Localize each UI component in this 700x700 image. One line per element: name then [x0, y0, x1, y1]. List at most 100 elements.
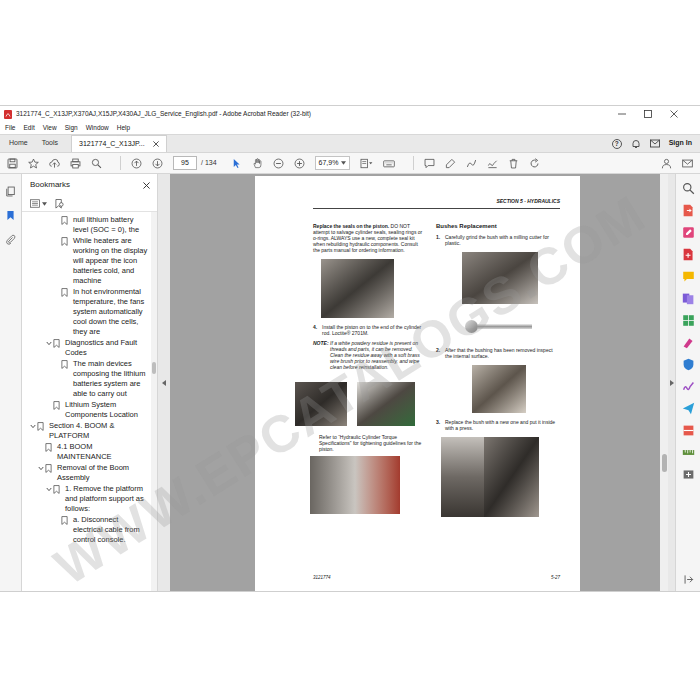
note: NOTE: If a white powdery residue is pres… [313, 340, 424, 370]
more-tools-icon[interactable] [682, 468, 695, 481]
bookmark-item[interactable]: Lithium System Components Location [22, 400, 148, 420]
share-icon[interactable] [661, 158, 672, 169]
zoom-dropdown[interactable]: 67,9% [315, 156, 351, 171]
refer-text: Refer to “Hydraulic Cylinder Torque Spec… [319, 434, 424, 452]
expand-toggle[interactable] [36, 463, 45, 473]
minimize-icon[interactable] [618, 110, 626, 118]
pages-icon[interactable] [5, 186, 16, 197]
expand-right-icon[interactable] [670, 380, 674, 386]
bookmark-label: Section 4. BOOM & PLATFORM [49, 421, 148, 441]
tab[interactable]: Tools [35, 135, 65, 152]
redact-icon[interactable] [682, 336, 695, 349]
bookmark-panel-icon[interactable] [5, 210, 16, 221]
delete-icon[interactable] [508, 158, 519, 169]
menu-item[interactable]: Window [84, 123, 111, 133]
expand-toggle[interactable] [44, 338, 53, 348]
next-page-icon[interactable] [152, 158, 163, 169]
bookmark-item[interactable]: While heaters are working on the display… [22, 236, 148, 286]
collapse-tools-icon[interactable] [683, 574, 694, 585]
bookmark-item[interactable]: Diagnostics and Fault Codes [22, 338, 148, 358]
menu-item[interactable]: Edit [21, 123, 36, 133]
menu-item[interactable]: View [41, 123, 59, 133]
organize-pages-icon[interactable] [682, 314, 695, 327]
send-comments-icon[interactable] [682, 402, 695, 415]
save-icon[interactable] [7, 158, 18, 169]
fit-page-icon[interactable] [360, 158, 373, 169]
highlight-pen-icon[interactable] [445, 158, 456, 169]
bookmark-item[interactable]: The main devices composing the lithium b… [22, 359, 148, 399]
bookmark-item[interactable]: 4.1 BOOM MAINTENANCE [22, 442, 148, 462]
search-icon[interactable] [91, 158, 102, 169]
bookmark-item[interactable]: null lithium battery level (SOC = 0), th… [22, 215, 148, 235]
close-icon[interactable] [670, 110, 678, 118]
bookmark-label: Lithium System Components Location [65, 400, 148, 420]
bookmark-label: 1. Remove the platform and platform supp… [65, 484, 148, 514]
zoom-in-icon[interactable] [294, 158, 305, 169]
options-menu[interactable] [30, 199, 47, 208]
scroll-thumb[interactable] [662, 454, 667, 472]
document-scrollbar[interactable] [660, 174, 668, 591]
menu-item[interactable]: File [3, 123, 17, 133]
bookmark-label: While heaters are working on the display… [73, 236, 148, 286]
print-icon[interactable] [70, 158, 81, 169]
photo [484, 437, 539, 517]
comment-icon[interactable] [424, 158, 435, 169]
keyboard-icon[interactable] [383, 158, 395, 169]
maximize-icon[interactable] [644, 110, 652, 118]
help-button[interactable]: ? [612, 139, 622, 149]
bookmark-item[interactable]: Removal of the Boom Assembly [22, 463, 148, 483]
expand-toggle[interactable] [28, 421, 37, 431]
previous-page-icon[interactable] [131, 158, 142, 169]
sign-icon[interactable] [487, 158, 498, 169]
cutter-photo [465, 320, 560, 333]
protect-icon[interactable] [682, 358, 695, 371]
bookmark-item[interactable]: In hot environmental temperature, the fa… [22, 287, 148, 337]
combine-files-icon[interactable] [682, 292, 695, 305]
subsection-heading: Bushes Replacement [436, 223, 560, 230]
zoom-out-icon[interactable] [273, 158, 284, 169]
bookmark-item[interactable]: a. Disconnect electrical cable from cont… [22, 515, 148, 545]
draw-icon[interactable] [466, 158, 477, 169]
mail-icon[interactable] [650, 139, 660, 148]
menu-item[interactable]: Help [115, 123, 132, 133]
measure-icon[interactable] [682, 446, 695, 459]
close-panel-icon[interactable] [143, 182, 150, 189]
bookmarks-panel: Bookmarks null lithium battery level (SO… [22, 174, 158, 591]
hand-icon[interactable] [252, 158, 263, 169]
tab[interactable]: Home [2, 135, 35, 152]
email-icon[interactable] [682, 158, 693, 169]
step: 4. Install the piston on to the end of t… [313, 324, 424, 336]
bookmark-scrollbar[interactable] [151, 212, 157, 591]
menu-item[interactable]: Sign [63, 123, 80, 133]
bookmark-icon [37, 421, 44, 431]
tab[interactable]: 3121774_C_X13JP... [71, 135, 167, 152]
export-pdf-icon[interactable] [682, 204, 695, 217]
rotate-icon[interactable] [529, 158, 540, 169]
collapse-left-icon[interactable] [162, 380, 166, 386]
scan-icon[interactable] [682, 424, 695, 437]
page-footer-code: 3121774 [313, 575, 331, 582]
sign-in-button[interactable]: Sign In [669, 138, 692, 149]
select-cursor-icon[interactable] [231, 158, 242, 169]
bookmark-icon [53, 338, 60, 348]
page-number-input[interactable]: 95 [173, 156, 197, 171]
star-icon[interactable] [28, 158, 39, 169]
search-tool-icon[interactable] [682, 182, 695, 195]
fill-sign-icon[interactable] [682, 380, 695, 393]
find-bookmark-icon[interactable] [55, 199, 64, 209]
attachment-icon[interactable] [5, 234, 16, 245]
close-tab-icon[interactable] [153, 141, 159, 147]
create-pdf-icon[interactable] [682, 248, 695, 261]
bookmark-item[interactable]: 1. Remove the platform and platform supp… [22, 484, 148, 514]
bookmark-label: The main devices composing the lithium b… [73, 359, 148, 399]
toolbar: 95 / 134 67,9% [0, 152, 700, 174]
scroll-thumb[interactable] [152, 362, 156, 374]
page-total: / 134 [201, 158, 217, 169]
watermark: WWW.EPCATALOGS.COM [39, 176, 660, 605]
upload-icon[interactable] [49, 158, 60, 169]
bookmark-item[interactable]: Section 4. BOOM & PLATFORM [22, 421, 148, 441]
bell-icon[interactable] [631, 139, 641, 149]
expand-toggle[interactable] [44, 484, 53, 494]
comment-tool-icon[interactable] [682, 270, 695, 283]
edit-pdf-icon[interactable] [682, 226, 695, 239]
